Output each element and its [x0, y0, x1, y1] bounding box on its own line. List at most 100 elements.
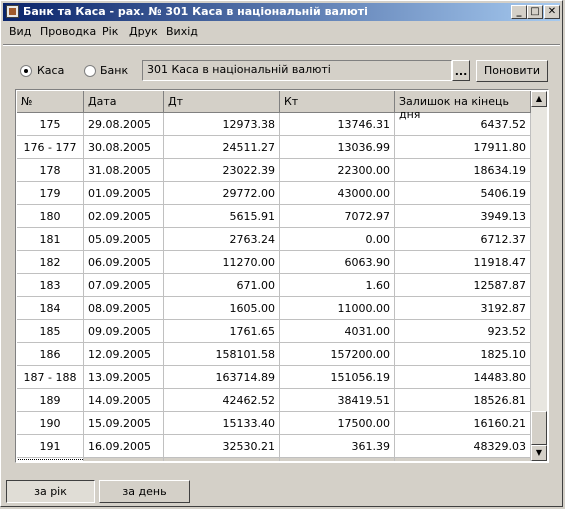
cell-credit[interactable]: 11000.00 — [280, 297, 395, 320]
cell-balance[interactable]: 923.52 — [395, 320, 531, 343]
cell-credit[interactable]: 4031.00 — [280, 320, 395, 343]
cell-debit[interactable]: 15133.40 — [164, 412, 280, 435]
bank-radio-label[interactable]: Банк — [100, 64, 128, 77]
cell-credit[interactable]: 0.00 — [280, 228, 395, 251]
cell-debit[interactable]: 23022.39 — [164, 159, 280, 182]
cell-balance[interactable]: 18526.81 — [395, 389, 531, 412]
cell-date[interactable]: 12.09.2005 — [84, 343, 164, 366]
close-button[interactable]: ✕ — [544, 5, 560, 19]
cell-date[interactable]: 02.09.2005 — [84, 205, 164, 228]
table-row[interactable]: 19221.09.2005220.000.0048549.03 — [17, 458, 531, 461]
scroll-thumb[interactable] — [531, 411, 547, 445]
cell-balance[interactable]: 5406.19 — [395, 182, 531, 205]
title-bar[interactable]: Банк та Каса - рах. № 301 Каса в націона… — [3, 3, 560, 21]
table-row[interactable]: 181 05.09.2005 2763.24 0.00 6712.37 — [17, 228, 531, 251]
cell-debit[interactable]: 1761.65 — [164, 320, 280, 343]
cash-radio[interactable] — [20, 65, 32, 77]
cell-date[interactable]: 16.09.2005 — [84, 435, 164, 458]
cell-number[interactable]: 176 - 177 — [17, 136, 84, 159]
cell-balance[interactable]: 11918.47 — [395, 251, 531, 274]
vertical-scrollbar[interactable]: ▲ ▼ — [531, 91, 547, 461]
table-row[interactable]: 187 - 188 13.09.2005 163714.89 151056.19 144… — [17, 366, 531, 389]
cell-number[interactable]: 187 - 188 — [17, 366, 84, 389]
header-credit[interactable]: Кт — [280, 91, 395, 113]
cell-date[interactable]: 05.09.2005 — [84, 228, 164, 251]
table-row[interactable]: 184 08.09.2005 1605.00 11000.00 3192.87 — [17, 297, 531, 320]
menu-view[interactable]: Вид — [9, 25, 31, 38]
cell-credit[interactable]: 13036.99 — [280, 136, 395, 159]
cell-balance[interactable]: 3949.13 — [395, 205, 531, 228]
cell-balance[interactable]: 16160.21 — [395, 412, 531, 435]
cell-debit[interactable]: 12973.38 — [164, 113, 280, 136]
transactions-table[interactable]: № Дата Дт Кт Залишок на кінець дня 175 29… — [15, 89, 549, 463]
cell-credit[interactable]: 1.60 — [280, 274, 395, 297]
scroll-down-button[interactable]: ▼ — [531, 445, 547, 461]
cell-date[interactable]: 30.08.2005 — [84, 136, 164, 159]
cell-balance[interactable]: 18634.19 — [395, 159, 531, 182]
cell-number[interactable]: 175 — [17, 113, 84, 136]
cell-debit[interactable]: 42462.52 — [164, 389, 280, 412]
cell-date[interactable]: 08.09.2005 — [84, 297, 164, 320]
cell-debit[interactable]: 32530.21 — [164, 435, 280, 458]
cell-credit[interactable]: 43000.00 — [280, 182, 395, 205]
cash-radio-label[interactable]: Каса — [37, 64, 64, 77]
cell-number[interactable]: 190 — [17, 412, 84, 435]
table-row[interactable]: 175 29.08.2005 12973.38 13746.31 6437.52 — [17, 113, 531, 136]
table-row[interactable]: 191 16.09.2005 32530.21 361.39 48329.03 — [17, 435, 531, 458]
cell-number[interactable]: 180 — [17, 205, 84, 228]
cell-debit[interactable]: 220.00 — [164, 458, 280, 461]
cell-balance[interactable]: 48549.03 — [395, 458, 531, 461]
cell-credit[interactable]: 22300.00 — [280, 159, 395, 182]
cell-credit[interactable]: 157200.00 — [280, 343, 395, 366]
bank-radio[interactable] — [84, 65, 96, 77]
cell-debit[interactable]: 29772.00 — [164, 182, 280, 205]
table-row[interactable]: 183 07.09.2005 671.00 1.60 12587.87 — [17, 274, 531, 297]
cell-credit[interactable]: 151056.19 — [280, 366, 395, 389]
browse-button[interactable]: ... — [452, 60, 470, 81]
minimize-button[interactable]: _ — [511, 5, 527, 19]
cell-number[interactable]: 191 — [17, 435, 84, 458]
cell-balance[interactable]: 12587.87 — [395, 274, 531, 297]
cell-number[interactable]: 182 — [17, 251, 84, 274]
table-row[interactable]: 190 15.09.2005 15133.40 17500.00 16160.21 — [17, 412, 531, 435]
table-row[interactable]: 176 - 177 30.08.2005 24511.27 13036.99 17911… — [17, 136, 531, 159]
cell-balance[interactable]: 48329.03 — [395, 435, 531, 458]
header-date[interactable]: Дата — [84, 91, 164, 113]
cell-date[interactable]: 15.09.2005 — [84, 412, 164, 435]
cell-credit[interactable]: 13746.31 — [280, 113, 395, 136]
cell-credit[interactable]: 6063.90 — [280, 251, 395, 274]
header-debit[interactable]: Дт — [164, 91, 280, 113]
menu-exit[interactable]: Вихід — [166, 25, 198, 38]
cell-debit[interactable]: 671.00 — [164, 274, 280, 297]
cell-debit[interactable]: 24511.27 — [164, 136, 280, 159]
cell-credit[interactable]: 38419.51 — [280, 389, 395, 412]
table-row[interactable]: 185 09.09.2005 1761.65 4031.00 923.52 — [17, 320, 531, 343]
table-row[interactable]: 180 02.09.2005 5615.91 7072.97 3949.13 — [17, 205, 531, 228]
table-row[interactable]: 186 12.09.2005 158101.58 157200.00 1825.10 — [17, 343, 531, 366]
cell-number[interactable]: 179 — [17, 182, 84, 205]
table-row[interactable]: 179 01.09.2005 29772.00 43000.00 5406.19 — [17, 182, 531, 205]
cell-debit[interactable]: 1605.00 — [164, 297, 280, 320]
cell-date[interactable]: 31.08.2005 — [84, 159, 164, 182]
cell-debit[interactable]: 163714.89 — [164, 366, 280, 389]
cell-credit[interactable]: 361.39 — [280, 435, 395, 458]
cell-balance[interactable]: 1825.10 — [395, 343, 531, 366]
cell-date[interactable]: 06.09.2005 — [84, 251, 164, 274]
cell-number[interactable]: 189 — [17, 389, 84, 412]
cell-balance[interactable]: 6712.37 — [395, 228, 531, 251]
cell-date[interactable]: 07.09.2005 — [84, 274, 164, 297]
cell-number[interactable]: 192 — [17, 458, 84, 461]
cell-debit[interactable]: 5615.91 — [164, 205, 280, 228]
cell-balance[interactable]: 14483.80 — [395, 366, 531, 389]
cell-credit[interactable]: 0.00 — [280, 458, 395, 461]
header-number[interactable]: № — [17, 91, 84, 113]
by-year-button[interactable]: за рік — [6, 480, 95, 503]
cell-credit[interactable]: 17500.00 — [280, 412, 395, 435]
refresh-button[interactable]: Поновити — [476, 60, 548, 82]
table-row[interactable]: 182 06.09.2005 11270.00 6063.90 11918.47 — [17, 251, 531, 274]
cell-number[interactable]: 181 — [17, 228, 84, 251]
maximize-button[interactable]: □ — [527, 5, 543, 19]
scroll-up-button[interactable]: ▲ — [531, 91, 547, 107]
cell-credit[interactable]: 7072.97 — [280, 205, 395, 228]
menu-posting[interactable]: Проводка — [40, 25, 96, 38]
